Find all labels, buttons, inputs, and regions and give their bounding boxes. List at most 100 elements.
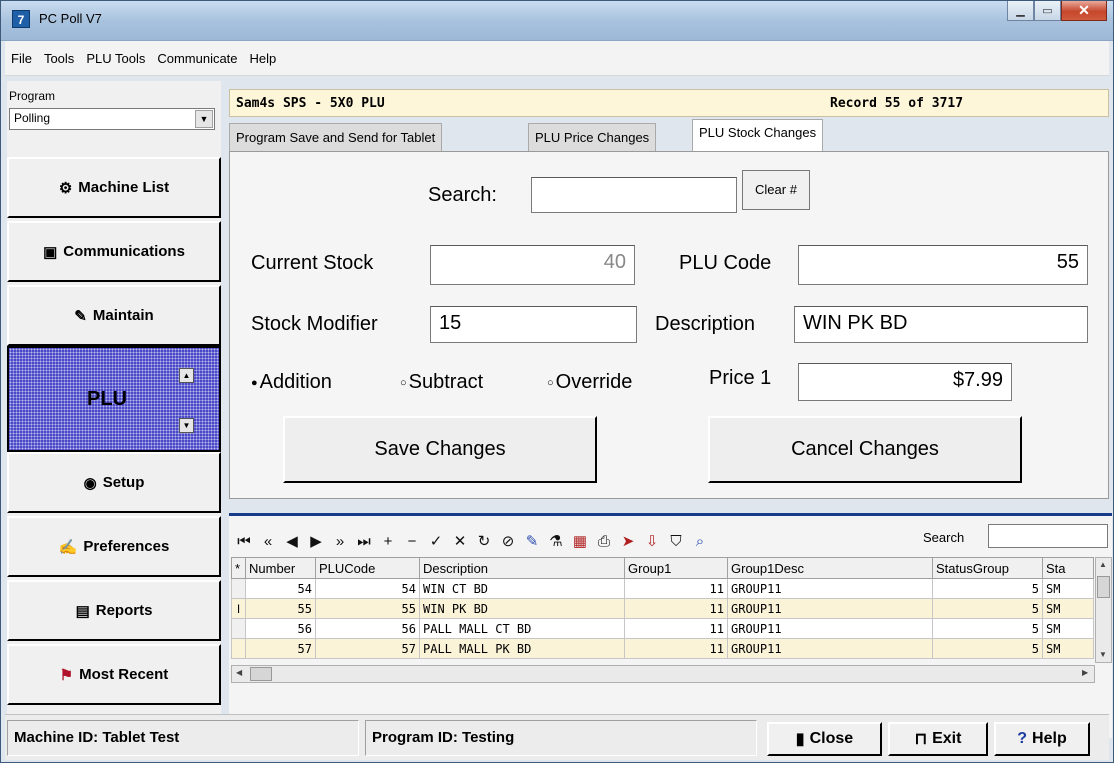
search-input[interactable] bbox=[531, 177, 737, 213]
tab-plu-price-changes[interactable]: PLU Price Changes bbox=[528, 123, 657, 151]
minimize-button[interactable]: ▁ bbox=[1007, 1, 1034, 21]
column-header[interactable]: Sta bbox=[1042, 557, 1094, 579]
description-field[interactable]: WIN PK BD bbox=[794, 306, 1088, 343]
column-header[interactable]: Group1 bbox=[624, 557, 728, 579]
cell-group1desc[interactable]: GROUP11 bbox=[727, 578, 933, 599]
plu-module-panel[interactable]: PLU ▲ ▼ bbox=[7, 346, 221, 452]
cell-number[interactable]: 57 bbox=[245, 638, 316, 659]
table-row[interactable]: 57 57 PALL MALL PK BD 11 GROUP11 5 SM bbox=[231, 638, 1094, 659]
cell-sta[interactable]: SM bbox=[1042, 578, 1094, 599]
cell-group1desc[interactable]: GROUP11 bbox=[727, 618, 933, 639]
nav-most-recent-button[interactable]: ⚑ Most Recent bbox=[7, 644, 221, 705]
program-select[interactable]: Polling ▼ bbox=[9, 108, 215, 130]
column-header[interactable]: Number bbox=[245, 557, 316, 579]
cell-description[interactable]: PALL MALL PK BD bbox=[419, 638, 625, 659]
nav-reports-button[interactable]: ▤ Reports bbox=[7, 580, 221, 641]
save-changes-button[interactable]: Save Changes bbox=[283, 416, 597, 483]
cell-description[interactable]: WIN PK BD bbox=[419, 598, 625, 619]
nav-communications-button[interactable]: ▣ Communications bbox=[7, 221, 221, 282]
wizard-icon[interactable]: ⚗ bbox=[547, 532, 565, 550]
exit-button[interactable]: ⊓ Exit bbox=[888, 722, 988, 756]
tab-plu-stock-changes[interactable]: PLU Stock Changes bbox=[692, 119, 824, 152]
last-record-icon[interactable]: ⏭ bbox=[355, 533, 373, 550]
cell-sta[interactable]: SM bbox=[1042, 618, 1094, 639]
horizontal-scrollbar[interactable]: ◀ ▶ bbox=[231, 665, 1095, 683]
cell-group1[interactable]: 11 bbox=[624, 578, 728, 599]
refresh-icon[interactable]: ↻ bbox=[475, 532, 493, 550]
vertical-scroll-thumb[interactable] bbox=[1097, 576, 1110, 598]
radio-override[interactable]: ○ Override bbox=[547, 371, 632, 394]
cell-sta[interactable]: SM bbox=[1042, 598, 1094, 619]
goto-icon[interactable]: ⊘ bbox=[499, 532, 517, 550]
cell-statusgroup[interactable]: 5 bbox=[932, 578, 1043, 599]
price-field[interactable]: $7.99 bbox=[798, 363, 1012, 401]
close-window-button[interactable]: ✕ bbox=[1061, 1, 1107, 21]
table-row[interactable]: I 55 55 WIN PK BD 11 GROUP11 5 SM bbox=[231, 598, 1094, 619]
horizontal-scroll-thumb[interactable] bbox=[250, 667, 272, 681]
cell-description[interactable]: WIN CT BD bbox=[419, 578, 625, 599]
column-header[interactable]: StatusGroup bbox=[932, 557, 1043, 579]
scroll-down-icon[interactable]: ▼ bbox=[1099, 650, 1107, 659]
column-header[interactable]: Description bbox=[419, 557, 625, 579]
title-bar[interactable]: 7 PC Poll V7 ▁ ▭ ✕ bbox=[1, 1, 1113, 41]
menu-communicate[interactable]: Communicate bbox=[151, 51, 243, 66]
scroll-up-icon[interactable]: ▲ bbox=[179, 368, 194, 383]
nav-preferences-button[interactable]: ✍ Preferences bbox=[7, 516, 221, 577]
table-row[interactable]: 54 54 WIN CT BD 11 GROUP11 5 SM bbox=[231, 578, 1094, 599]
cell-statusgroup[interactable]: 5 bbox=[932, 598, 1043, 619]
chevron-down-icon[interactable]: ▼ bbox=[195, 110, 213, 128]
cell-statusgroup[interactable]: 5 bbox=[932, 618, 1043, 639]
help-button[interactable]: ? Help bbox=[994, 722, 1090, 756]
cell-number[interactable]: 56 bbox=[245, 618, 316, 639]
menu-file[interactable]: File bbox=[5, 51, 38, 66]
export-icon[interactable]: ▦ bbox=[571, 532, 589, 550]
scroll-left-icon[interactable]: ◀ bbox=[236, 668, 242, 677]
stock-modifier-field[interactable]: 15 bbox=[430, 306, 637, 343]
close-button[interactable]: ▮ Close bbox=[767, 722, 882, 756]
cell-sta[interactable]: SM bbox=[1042, 638, 1094, 659]
previous-record-icon[interactable]: ◀ bbox=[283, 532, 301, 550]
radio-addition[interactable]: ● Addition bbox=[251, 371, 332, 394]
maximize-button[interactable]: ▭ bbox=[1034, 1, 1061, 21]
menu-plu-tools[interactable]: PLU Tools bbox=[80, 51, 151, 66]
next-record-icon[interactable]: ▶ bbox=[307, 532, 325, 550]
column-header[interactable]: * bbox=[231, 557, 246, 579]
cell-statusgroup[interactable]: 5 bbox=[932, 638, 1043, 659]
cell-group1[interactable]: 11 bbox=[624, 618, 728, 639]
cell-plucode[interactable]: 57 bbox=[315, 638, 420, 659]
previous-page-icon[interactable]: « bbox=[259, 533, 277, 550]
nav-maintain-button[interactable]: ✎ Maintain bbox=[7, 285, 221, 346]
post-record-icon[interactable]: ✓ bbox=[427, 532, 445, 550]
column-header[interactable]: Group1Desc bbox=[727, 557, 933, 579]
table-row[interactable]: 56 56 PALL MALL CT BD 11 GROUP11 5 SM bbox=[231, 618, 1094, 639]
scroll-right-icon[interactable]: ▶ bbox=[1082, 668, 1088, 677]
cell-number[interactable]: 55 bbox=[245, 598, 316, 619]
print-icon[interactable]: ⎙ bbox=[595, 533, 613, 550]
plu-code-field[interactable]: 55 bbox=[798, 245, 1088, 285]
cell-group1[interactable]: 11 bbox=[624, 638, 728, 659]
scroll-up-icon[interactable]: ▲ bbox=[1099, 560, 1107, 569]
find-icon[interactable]: ⌕ bbox=[691, 533, 709, 550]
scroll-down-icon[interactable]: ▼ bbox=[179, 418, 194, 433]
nav-setup-button[interactable]: ◉ Setup bbox=[7, 452, 221, 513]
menu-help[interactable]: Help bbox=[244, 51, 283, 66]
tab-program-save[interactable]: Program Save and Send for Tablet bbox=[229, 123, 443, 151]
next-page-icon[interactable]: » bbox=[331, 533, 349, 550]
cancel-edit-icon[interactable]: ✕ bbox=[451, 532, 469, 550]
add-record-icon[interactable]: + bbox=[379, 533, 397, 550]
cell-group1desc[interactable]: GROUP11 bbox=[727, 638, 933, 659]
cell-group1desc[interactable]: GROUP11 bbox=[727, 598, 933, 619]
clear-button[interactable]: Clear # bbox=[742, 170, 810, 210]
first-record-icon[interactable]: ⏮ bbox=[235, 533, 253, 550]
cell-plucode[interactable]: 56 bbox=[315, 618, 420, 639]
import-icon[interactable]: ⇩ bbox=[643, 532, 661, 550]
edit-icon[interactable]: ✎ bbox=[523, 532, 541, 550]
menu-tools[interactable]: Tools bbox=[38, 51, 80, 66]
cancel-changes-button[interactable]: Cancel Changes bbox=[708, 416, 1022, 483]
vertical-scrollbar[interactable]: ▲ ▼ bbox=[1095, 557, 1112, 663]
filter-icon[interactable]: ⛉ bbox=[667, 533, 685, 550]
cell-group1[interactable]: 11 bbox=[624, 598, 728, 619]
column-header[interactable]: PLUCode bbox=[315, 557, 420, 579]
send-icon[interactable]: ➤ bbox=[619, 532, 637, 550]
cell-description[interactable]: PALL MALL CT BD bbox=[419, 618, 625, 639]
